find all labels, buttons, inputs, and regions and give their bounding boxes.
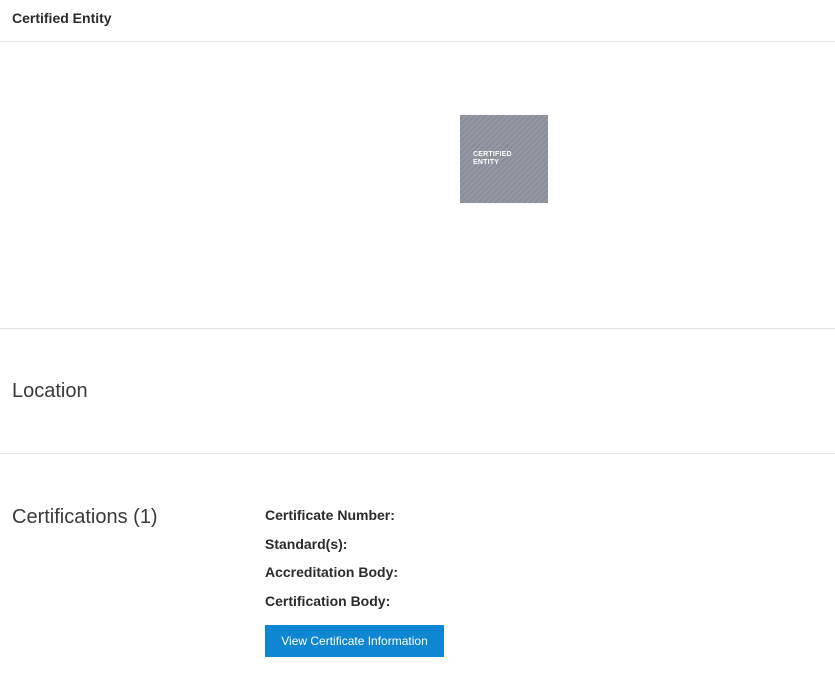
view-certificate-button[interactable]: View Certificate Information (265, 625, 444, 657)
certification-body-label: Certification Body: (265, 592, 391, 609)
certificate-details: Certificate Number: Standard(s): Accredi… (265, 507, 398, 621)
accreditation-body-label: Accreditation Body: (265, 564, 399, 580)
page-header: Certified Entity (0, 0, 835, 42)
location-section: Location (0, 330, 835, 454)
certifications-heading: Certifications (1) (12, 506, 158, 528)
entity-logo-text: CERTIFIED ENTITY (473, 151, 512, 166)
page-title: Certified Entity (12, 10, 112, 26)
logo-section: CERTIFIED ENTITY (0, 43, 835, 329)
certifications-section: Certifications (1) Certificate Number: S… (0, 455, 835, 675)
certificate-number-label: Certificate Number: (265, 507, 395, 523)
standards-label: Standard(s): (265, 535, 348, 552)
location-heading: Location (12, 380, 88, 402)
entity-logo: CERTIFIED ENTITY (460, 115, 548, 203)
